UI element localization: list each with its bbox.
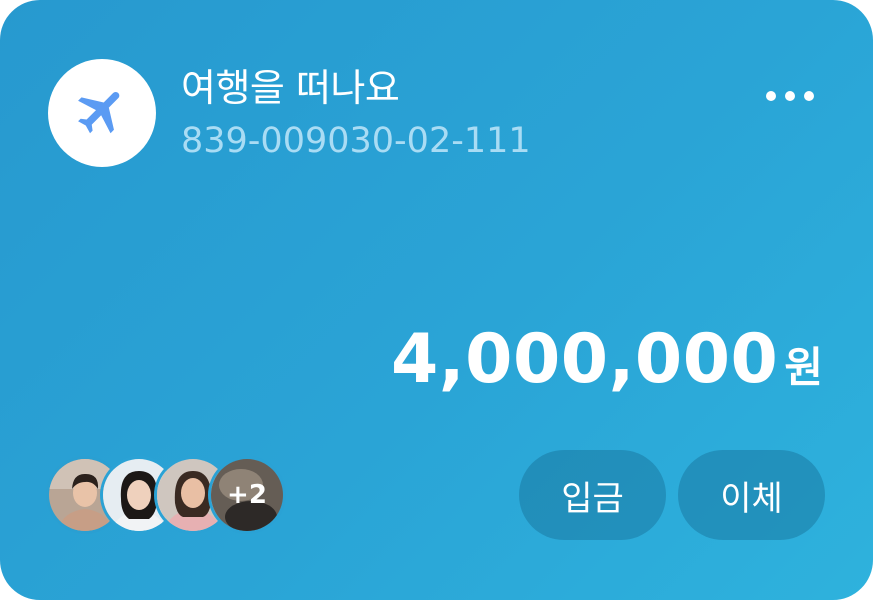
- account-card[interactable]: 여행을 떠나요 839-009030-02-111 4,000,000 원 +2…: [0, 0, 873, 600]
- more-horizontal-icon-dot: [804, 91, 814, 101]
- transfer-button[interactable]: 이체: [678, 450, 825, 540]
- balance-unit: 원: [784, 343, 823, 392]
- account-number: 839-009030-02-111: [181, 121, 531, 161]
- airplane-icon: [73, 82, 131, 144]
- deposit-button[interactable]: 입금: [519, 450, 666, 540]
- balance-amount: 4,000,000: [390, 320, 779, 399]
- member-avatar-more[interactable]: +2: [208, 456, 286, 534]
- more-options-button[interactable]: [760, 80, 820, 112]
- more-horizontal-icon: [766, 91, 776, 101]
- account-icon-badge: [48, 59, 156, 167]
- more-horizontal-icon-dot: [785, 91, 795, 101]
- account-name: 여행을 떠나요: [181, 66, 400, 110]
- extra-members-count: +2: [227, 480, 267, 510]
- balance: 4,000,000 원: [391, 318, 823, 402]
